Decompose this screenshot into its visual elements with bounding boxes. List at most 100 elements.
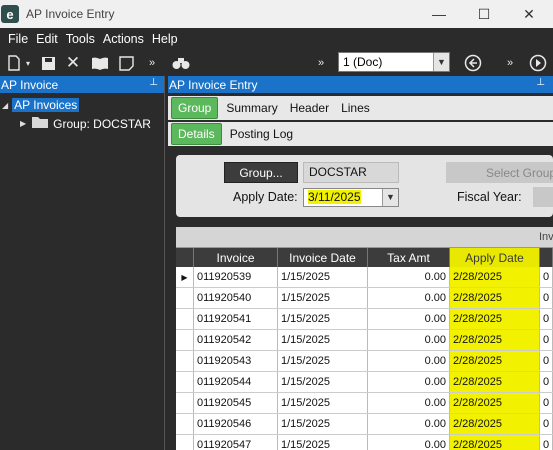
column-header-invoice-date[interactable]: Invoice Date [278,248,368,267]
tree-root[interactable]: ◢ AP Invoices [2,98,80,112]
column-header-apply-date[interactable]: Apply Date [450,248,540,267]
column-header-tax-amt[interactable]: Tax Amt [368,248,450,267]
cell-invoice[interactable]: 011920543 [194,351,278,371]
cell-apply-date[interactable]: 2/28/2025 [450,288,540,308]
cell-apply-date[interactable]: 2/28/2025 [450,414,540,434]
cell-extra[interactable]: 0 [540,393,553,413]
cell-apply-date[interactable]: 2/28/2025 [450,435,540,450]
chevron-down-icon[interactable]: ▼ [382,189,398,206]
cell-extra[interactable]: 0 [540,330,553,350]
chevron-down-icon[interactable]: ▼ [433,53,449,71]
cell-invoice[interactable]: 011920545 [194,393,278,413]
menu-help[interactable]: Help [152,32,178,46]
cell-tax-amt[interactable]: 0.00 [368,309,450,329]
table-row[interactable]: 011920542 1/15/2025 0.00 2/28/2025 0 [176,330,553,351]
row-selector[interactable] [176,414,194,434]
cell-apply-date[interactable]: 2/28/2025 [450,330,540,350]
maximize-button[interactable]: ☐ [461,0,507,28]
cell-extra[interactable]: 0 [540,267,553,287]
more-icon[interactable]: » [503,53,517,73]
cell-tax-amt[interactable]: 0.00 [368,414,450,434]
apply-date-field[interactable]: 3/11/2025 ▼ [303,188,399,207]
column-header-extra[interactable] [540,248,553,267]
tab-header[interactable]: Header [284,97,335,119]
cell-invoice-date[interactable]: 1/15/2025 [278,372,368,392]
cell-apply-date[interactable]: 2/28/2025 [450,309,540,329]
more-icon[interactable]: » [145,53,159,73]
cell-invoice-date[interactable]: 1/15/2025 [278,435,368,450]
cell-invoice-date[interactable]: 1/15/2025 [278,330,368,350]
open-book-icon[interactable] [90,53,110,73]
row-selector[interactable] [176,435,194,450]
row-selector[interactable] [176,351,194,371]
cell-tax-amt[interactable]: 0.00 [368,372,450,392]
cell-invoice[interactable]: 011920547 [194,435,278,450]
pin-icon[interactable]: ⊥ [149,77,158,88]
cell-tax-amt[interactable]: 0.00 [368,435,450,450]
cell-invoice-date[interactable]: 1/15/2025 [278,267,368,287]
cell-apply-date[interactable]: 2/28/2025 [450,393,540,413]
table-row[interactable]: ▶ 011920539 1/15/2025 0.00 2/28/2025 0 [176,267,553,288]
tab-lines[interactable]: Lines [335,97,376,119]
select-group-button[interactable]: Select Group [446,162,553,183]
cell-invoice-date[interactable]: 1/15/2025 [278,393,368,413]
cell-invoice[interactable]: 011920542 [194,330,278,350]
note-icon[interactable] [116,53,136,73]
cell-extra[interactable]: 0 [540,309,553,329]
tab-posting-log[interactable]: Posting Log [224,123,299,145]
more-icon[interactable]: » [314,53,328,73]
cell-invoice[interactable]: 011920546 [194,414,278,434]
cell-apply-date[interactable]: 2/28/2025 [450,372,540,392]
close-button[interactable]: ✕ [506,0,552,28]
row-selector[interactable] [176,393,194,413]
menu-edit[interactable]: Edit [36,32,58,46]
table-row[interactable]: 011920544 1/15/2025 0.00 2/28/2025 0 [176,372,553,393]
cell-invoice[interactable]: 011920539 [194,267,278,287]
row-selector[interactable] [176,288,194,308]
row-selector[interactable] [176,330,194,350]
cell-extra[interactable]: 0 [540,288,553,308]
cell-invoice-date[interactable]: 1/15/2025 [278,288,368,308]
cell-invoice[interactable]: 011920541 [194,309,278,329]
cell-invoice[interactable]: 011920540 [194,288,278,308]
table-row[interactable]: 011920543 1/15/2025 0.00 2/28/2025 0 [176,351,553,372]
cell-invoice-date[interactable]: 1/15/2025 [278,309,368,329]
column-header-invoice[interactable]: Invoice [194,248,278,267]
cell-invoice-date[interactable]: 1/15/2025 [278,414,368,434]
menu-actions[interactable]: Actions [103,32,144,46]
play-icon[interactable] [527,53,549,73]
cell-tax-amt[interactable]: 0.00 [368,351,450,371]
table-row[interactable]: 011920541 1/15/2025 0.00 2/28/2025 0 [176,309,553,330]
cell-tax-amt[interactable]: 0.00 [368,267,450,287]
pin-icon[interactable]: ⊥ [536,77,545,88]
doc-select[interactable]: 1 (Doc) ▼ [338,52,450,72]
save-icon[interactable] [38,53,58,73]
table-row[interactable]: 011920546 1/15/2025 0.00 2/28/2025 0 [176,414,553,435]
cell-invoice-date[interactable]: 1/15/2025 [278,351,368,371]
tab-summary[interactable]: Summary [220,97,283,119]
cell-apply-date[interactable]: 2/28/2025 [450,267,540,287]
cell-tax-amt[interactable]: 0.00 [368,330,450,350]
minimize-button[interactable]: — [416,0,462,28]
menu-tools[interactable]: Tools [66,32,95,46]
cell-extra[interactable]: 0 [540,435,553,450]
cell-extra[interactable]: 0 [540,372,553,392]
table-row[interactable]: 011920540 1/15/2025 0.00 2/28/2025 0 [176,288,553,309]
binoculars-icon[interactable] [170,53,192,73]
cell-apply-date[interactable]: 2/28/2025 [450,351,540,371]
back-icon[interactable] [462,53,484,73]
cell-invoice[interactable]: 011920544 [194,372,278,392]
tab-details[interactable]: Details [171,123,222,145]
cell-tax-amt[interactable]: 0.00 [368,288,450,308]
cell-extra[interactable]: 0 [540,351,553,371]
expand-icon[interactable]: ▶ [20,119,26,128]
table-row[interactable]: 011920545 1/15/2025 0.00 2/28/2025 0 [176,393,553,414]
menu-file[interactable]: File [8,32,28,46]
row-selector[interactable] [176,372,194,392]
group-button[interactable]: Group... [224,162,298,183]
cell-extra[interactable]: 0 [540,414,553,434]
new-icon[interactable] [4,53,24,73]
fiscal-year-field[interactable] [533,187,553,207]
row-selector[interactable]: ▶ [176,267,194,287]
tree-child-group[interactable]: ▶ Group: DOCSTAR [20,116,151,131]
